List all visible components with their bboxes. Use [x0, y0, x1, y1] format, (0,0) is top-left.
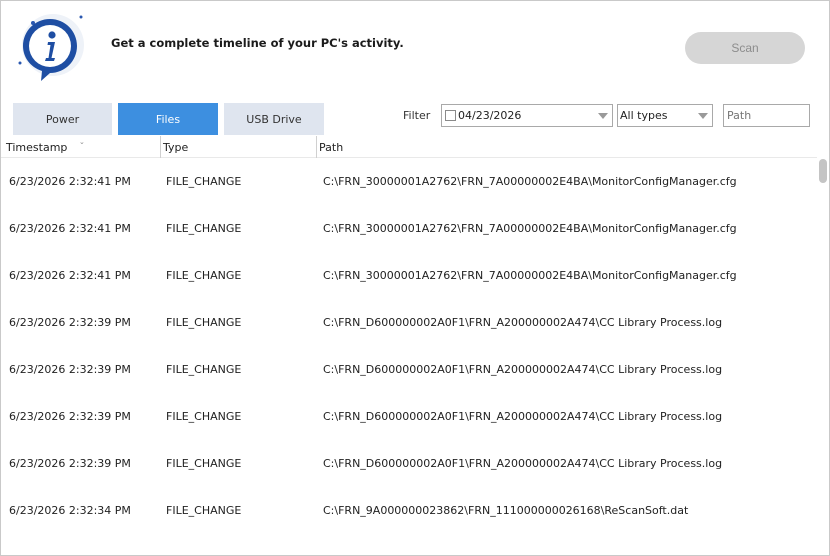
path-cell: C:\FRN_D600000002A0F1\FRN_A200000002A474… [323, 457, 723, 470]
header: Get a complete timeline of your PC's act… [1, 1, 829, 93]
table-row[interactable]: 6/23/2026 2:32:34 PM FILE_CHANGE C:\FRN_… [1, 487, 817, 534]
type-value: All types [620, 109, 668, 122]
table-row[interactable]: 6/23/2026 2:32:39 PM FILE_CHANGE C:\FRN_… [1, 393, 817, 440]
path-input[interactable] [723, 104, 810, 127]
column-header-timestamp[interactable]: Timestamp [6, 141, 67, 154]
timestamp-cell: 6/23/2026 2:32:39 PM [9, 363, 131, 376]
table-row[interactable]: 6/23/2026 2:32:41 PM FILE_CHANGE C:\FRN_… [1, 252, 817, 299]
type-cell: FILE_CHANGE [166, 222, 242, 235]
vertical-scrollbar[interactable] [817, 136, 829, 555]
path-cell: C:\FRN_30000001A2762\FRN_7A00000002E4BA\… [323, 175, 737, 188]
path-cell: C:\FRN_30000001A2762\FRN_7A00000002E4BA\… [323, 269, 737, 282]
column-header-path[interactable]: Path [319, 141, 343, 154]
table-row[interactable]: 6/23/2026 2:32:39 PM FILE_CHANGE C:\FRN_… [1, 440, 817, 487]
info-icon [15, 13, 85, 83]
path-cell: C:\FRN_D600000002A0F1\FRN_A200000002A474… [323, 410, 723, 423]
tab-files[interactable]: Files [118, 103, 218, 135]
timestamp-cell: 6/23/2026 2:32:39 PM [9, 410, 131, 423]
table-row[interactable]: 6/23/2026 2:32:41 PM FILE_CHANGE C:\FRN_… [1, 158, 817, 205]
type-dropdown[interactable]: All types [617, 104, 713, 127]
type-cell: FILE_CHANGE [166, 457, 242, 470]
column-divider[interactable] [160, 136, 161, 158]
timestamp-cell: 6/23/2026 2:32:39 PM [9, 316, 131, 329]
path-cell: C:\FRN_D600000002A0F1\FRN_A200000002A474… [323, 363, 723, 376]
timestamp-cell: 6/23/2026 2:32:34 PM [9, 504, 131, 517]
tab-usb-drive[interactable]: USB Drive [224, 103, 324, 135]
date-checkbox[interactable] [445, 110, 456, 121]
tab-power[interactable]: Power [13, 103, 112, 135]
path-cell: C:\FRN_9A000000023862\FRN_11100000002616… [323, 504, 689, 517]
chevron-down-icon[interactable] [598, 113, 608, 119]
scan-button[interactable]: Scan [685, 32, 805, 64]
app-window: Get a complete timeline of your PC's act… [0, 0, 830, 556]
type-cell: FILE_CHANGE [166, 363, 242, 376]
filter-label: Filter [403, 109, 431, 122]
timestamp-cell: 6/23/2026 2:32:41 PM [9, 175, 131, 188]
path-cell: C:\FRN_30000001A2762\FRN_7A00000002E4BA\… [323, 222, 737, 235]
date-value: 04/23/2026 [458, 109, 522, 122]
chevron-down-icon[interactable] [698, 113, 708, 119]
type-cell: FILE_CHANGE [166, 504, 242, 517]
type-cell: FILE_CHANGE [166, 410, 242, 423]
date-picker[interactable]: 04/23/2026 [441, 104, 613, 127]
column-header-type[interactable]: Type [163, 141, 188, 154]
timestamp-cell: 6/23/2026 2:32:41 PM [9, 222, 131, 235]
scrollbar-thumb[interactable] [819, 159, 827, 183]
headline: Get a complete timeline of your PC's act… [111, 36, 404, 50]
table-header: Timestamp ⌄ Type Path [1, 136, 817, 158]
sort-caret-icon: ⌄ [79, 138, 85, 146]
table-row[interactable]: 6/23/2026 2:32:39 PM FILE_CHANGE C:\FRN_… [1, 346, 817, 393]
type-cell: FILE_CHANGE [166, 175, 242, 188]
table-row[interactable]: 6/23/2026 2:32:41 PM FILE_CHANGE C:\FRN_… [1, 205, 817, 252]
column-divider[interactable] [316, 136, 317, 158]
type-cell: FILE_CHANGE [166, 269, 242, 282]
timestamp-cell: 6/23/2026 2:32:41 PM [9, 269, 131, 282]
table-row[interactable]: 6/23/2026 2:32:39 PM FILE_CHANGE C:\FRN_… [1, 299, 817, 346]
timestamp-cell: 6/23/2026 2:32:39 PM [9, 457, 131, 470]
table-body: 6/23/2026 2:32:41 PM FILE_CHANGE C:\FRN_… [1, 158, 817, 555]
path-cell: C:\FRN_D600000002A0F1\FRN_A200000002A474… [323, 316, 723, 329]
type-cell: FILE_CHANGE [166, 316, 242, 329]
